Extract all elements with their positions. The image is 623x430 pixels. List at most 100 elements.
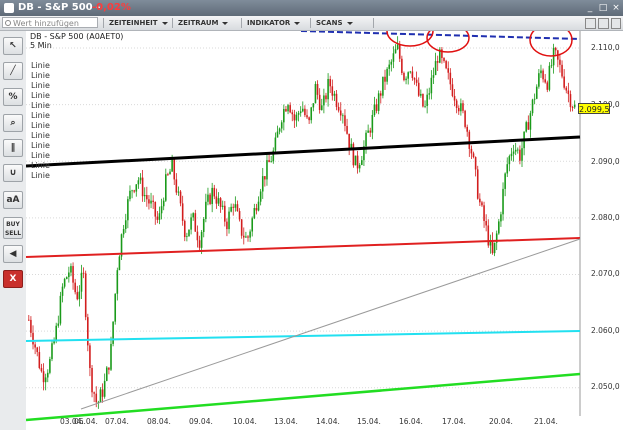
candle-body [504, 173, 506, 189]
text-tool[interactable]: aA [3, 191, 23, 209]
candle-body [30, 319, 32, 333]
candle-body [34, 344, 36, 348]
candle-body [46, 372, 49, 378]
candle-body [213, 187, 216, 197]
candle-body [519, 149, 521, 161]
chart-header: DB - S&P 500 (A0AET0) 5 Min [30, 32, 123, 50]
menu-indikator[interactable]: INDIKATOR [241, 18, 313, 29]
candle-body [99, 389, 102, 402]
candle-body [369, 130, 372, 133]
candle-body [133, 190, 135, 192]
candle-body [367, 130, 369, 133]
chart-area[interactable]: DB - S&P 500 (A0AET0) 5 Min Linie Linie … [26, 31, 623, 430]
candle-body [103, 380, 106, 397]
print-icon[interactable] [598, 18, 609, 29]
candle-body [329, 78, 331, 87]
candle-body [377, 93, 380, 111]
candle-body [415, 79, 418, 83]
candle-body [417, 82, 420, 96]
candle-body [434, 61, 437, 76]
candle-body [529, 113, 532, 130]
text-icon: aA [6, 195, 20, 205]
candle-body [118, 256, 121, 271]
buy-sell-tool[interactable]: BUY SELL [3, 217, 23, 239]
candle-body [430, 77, 433, 94]
candle-body [240, 219, 243, 236]
candle-body [498, 221, 500, 234]
line-tool[interactable]: ╱ [3, 62, 23, 80]
candle-body [476, 169, 479, 199]
candle-body [379, 93, 382, 96]
menu-zeiteinheit[interactable]: ZEITEINHEIT [103, 18, 175, 29]
x-tick-label: 15.04. [357, 417, 381, 426]
candle-body [392, 53, 395, 62]
candle-body [398, 44, 401, 59]
menu-scans[interactable]: SCANS [310, 18, 376, 29]
lock-icon[interactable] [585, 18, 596, 29]
drawing-label: Linie [31, 81, 50, 90]
x-tick-label: 09.04. [189, 417, 213, 426]
candle-body [135, 184, 138, 192]
close-tool[interactable]: X [3, 270, 23, 288]
candle-body [122, 229, 125, 235]
menu-zeitraum[interactable]: ZEITRAUM [172, 18, 244, 29]
candle-body [403, 72, 405, 81]
candle-body [89, 345, 91, 369]
candle-body [280, 122, 283, 129]
candle-body [57, 323, 60, 326]
candle-body [451, 84, 454, 96]
candle-body [255, 208, 258, 211]
candle-body [179, 191, 182, 204]
candle-body [196, 231, 199, 241]
percent-tool[interactable]: % [3, 88, 23, 106]
candle-body [514, 149, 517, 152]
magnifier-icon: ⌕ [10, 118, 16, 128]
candle-body [512, 151, 515, 154]
minimize-icon[interactable]: _ [585, 3, 595, 13]
candle-body [470, 148, 473, 154]
candle-body [567, 90, 570, 95]
window-title-bar: DB - S&P 500 - -0,02% _ □ × [0, 0, 623, 16]
candle-body [78, 291, 81, 300]
percent-icon: % [8, 92, 18, 102]
settings-icon[interactable] [611, 18, 621, 29]
candle-body [306, 115, 308, 118]
drawing-label: Linie [31, 141, 50, 150]
candle-body [36, 347, 39, 353]
curve-tool[interactable]: ∪ [3, 164, 23, 182]
close-icon[interactable]: × [611, 3, 621, 13]
candle-body [207, 194, 209, 202]
candle-body [571, 107, 574, 108]
candle-body [268, 160, 270, 163]
candle-body [253, 208, 256, 219]
channel-tool[interactable]: ∥ [3, 139, 23, 157]
candle-body [559, 59, 561, 65]
cursor-tool[interactable]: ↖ [3, 37, 23, 55]
price-chart[interactable] [26, 31, 623, 430]
candle-body [139, 177, 142, 181]
candle-body [308, 117, 310, 121]
x-tick-label: 07.04. [105, 417, 129, 426]
zoom-tool[interactable]: ⌕ [3, 114, 23, 132]
candle-body [245, 236, 247, 238]
candle-body [65, 277, 68, 279]
search-input[interactable]: Wert hinzufügen [2, 17, 98, 28]
candle-body [521, 148, 523, 161]
buy-sell-icon: BUY SELL [4, 221, 22, 237]
candle-body [217, 198, 220, 204]
search-icon [5, 20, 11, 26]
x-tick-label: 13.04. [274, 417, 298, 426]
candle-body [386, 68, 388, 82]
maximize-icon[interactable]: □ [598, 3, 608, 13]
candle-body [540, 70, 542, 74]
candle-body [80, 272, 83, 292]
candle-body [466, 126, 468, 132]
drawing-label: Linie [31, 101, 50, 110]
candle-body [127, 199, 129, 221]
x-tick-label: 20.04. [489, 417, 513, 426]
x-tick-label: 08.04. [147, 417, 171, 426]
sound-tool[interactable]: ◀ [3, 245, 23, 263]
candle-body [266, 160, 268, 180]
candle-body [344, 115, 346, 126]
candle-body [485, 221, 487, 226]
